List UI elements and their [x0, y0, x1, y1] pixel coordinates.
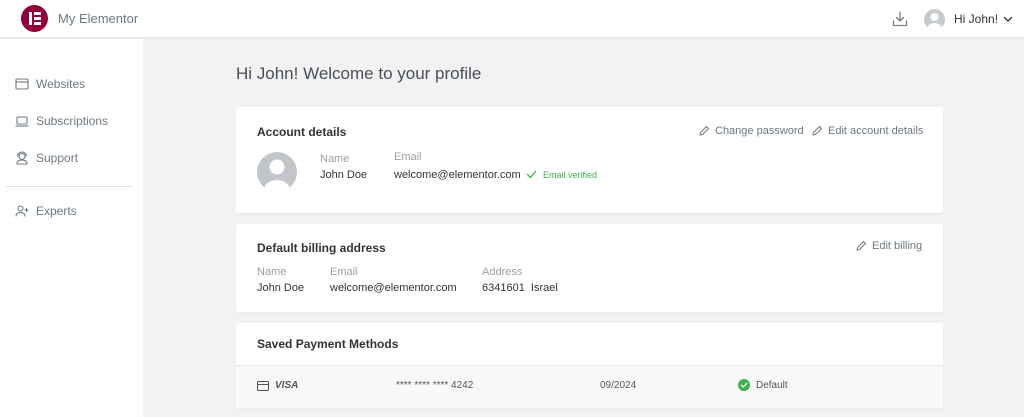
- card-brand: VISA: [275, 380, 299, 391]
- pencil-icon: [699, 125, 710, 136]
- page-title: Hi John! Welcome to your profile: [236, 64, 482, 83]
- sidebar-item-label: Subscriptions: [36, 114, 109, 128]
- payment-method-row[interactable]: VISA **** **** **** 4242 09/2024 Default: [236, 366, 943, 408]
- sidebar-item-experts[interactable]: Experts: [15, 204, 77, 218]
- billing-name-label: Name: [257, 266, 287, 278]
- sidebar-divider: [6, 186, 133, 187]
- edit-billing-link[interactable]: Edit billing: [855, 240, 922, 252]
- billing-title: Default billing address: [257, 241, 386, 255]
- billing-email-value: welcome@elementor.com: [330, 282, 457, 294]
- billing-address-label: Address: [482, 266, 523, 278]
- billing-name-value: John Doe: [257, 282, 305, 294]
- user-menu[interactable]: Hi John!: [924, 8, 1014, 30]
- browser-window-icon: [15, 78, 29, 90]
- credit-card-icon: [257, 381, 269, 391]
- download-icon[interactable]: [890, 9, 910, 29]
- sidebar: Websites Subscriptions Support Experts: [0, 39, 143, 417]
- billing-email-label: Email: [330, 266, 358, 278]
- name-value: John Doe: [320, 169, 368, 181]
- account-details-title: Account details: [257, 125, 347, 139]
- default-badge: Default: [738, 379, 788, 391]
- account-details-card: Account details Change password Edit acc…: [236, 107, 943, 213]
- email-value: welcome@elementor.com: [394, 169, 521, 181]
- sidebar-item-label: Experts: [36, 204, 77, 218]
- sidebar-item-websites[interactable]: Websites: [15, 77, 85, 91]
- top-bar: My Elementor Hi John!: [0, 0, 1024, 38]
- laptop-icon: [15, 116, 29, 127]
- check-circle-icon: [738, 379, 750, 391]
- pencil-icon: [856, 240, 867, 251]
- billing-address-value: 6341601 Israel: [482, 282, 558, 294]
- name-label: Name: [320, 153, 350, 165]
- elementor-logo-icon[interactable]: [21, 5, 48, 32]
- payment-methods-title: Saved Payment Methods: [257, 337, 399, 351]
- profile-avatar: [257, 152, 297, 192]
- email-verified-badge: Email verified: [526, 169, 597, 180]
- edit-account-details-link[interactable]: Edit account details: [811, 125, 923, 137]
- sidebar-item-subscriptions[interactable]: Subscriptions: [15, 114, 108, 128]
- chevron-down-icon: [1003, 16, 1013, 22]
- billing-address-card: Default billing address Edit billing Nam…: [236, 224, 943, 312]
- sidebar-item-label: Support: [36, 151, 79, 165]
- card-number: **** **** **** 4242: [396, 380, 474, 391]
- email-label: Email: [394, 151, 422, 163]
- card-expiry: 09/2024: [600, 380, 637, 391]
- app-title: My Elementor: [58, 11, 139, 26]
- payment-methods-card: Saved Payment Methods VISA **** **** ***…: [236, 323, 943, 408]
- user-greeting: Hi John!: [954, 12, 999, 26]
- add-person-icon: [15, 205, 29, 217]
- pencil-icon: [812, 125, 823, 136]
- check-icon: [526, 170, 537, 179]
- sidebar-item-label: Websites: [36, 77, 86, 91]
- support-agent-icon: [16, 151, 28, 165]
- avatar: [924, 8, 945, 30]
- change-password-link[interactable]: Change password: [698, 125, 804, 137]
- sidebar-item-support[interactable]: Support: [15, 151, 78, 165]
